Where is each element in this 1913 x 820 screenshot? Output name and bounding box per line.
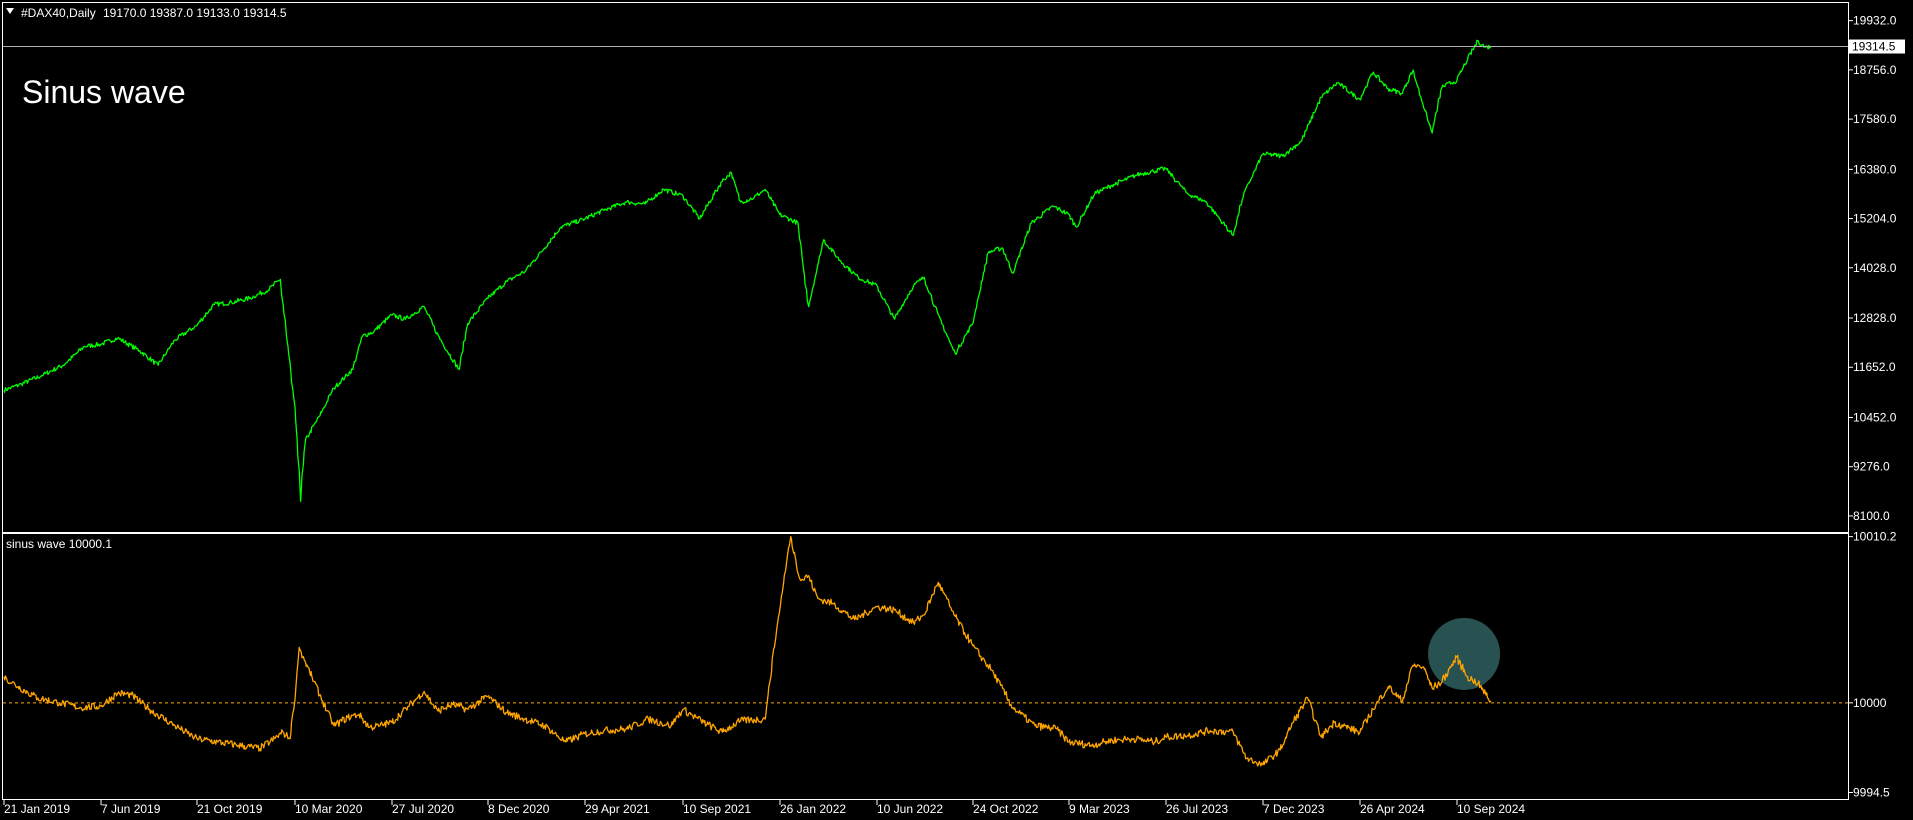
highlight-circle [1428, 617, 1501, 690]
time-tick-label: 26 Apr 2024 [1360, 802, 1425, 816]
current-price-label: 19314.5 [1852, 40, 1896, 54]
symbol-label: #DAX40,Daily [21, 6, 96, 20]
time-tick-label: 10 Mar 2020 [295, 802, 363, 816]
trading-chart[interactable]: #DAX40,Daily 19170.0 19387.0 19133.0 193… [0, 0, 1913, 820]
indicator-label: sinus wave 10000.1 [6, 537, 112, 551]
ohlc-label: 19170.0 19387.0 19133.0 19314.5 [103, 6, 287, 20]
time-tick-label: 10 Jun 2022 [877, 802, 943, 816]
indicator-tick-label: 10010.2 [1853, 530, 1897, 544]
indicator-tick-label: 9994.5 [1853, 785, 1890, 799]
time-tick-label: 10 Sep 2024 [1457, 802, 1525, 816]
price-tick-label: 9276.0 [1853, 460, 1890, 474]
price-tick-label: 17580.0 [1853, 112, 1897, 126]
price-tick-label: 12828.0 [1853, 311, 1897, 325]
time-tick-label: 7 Dec 2023 [1263, 802, 1325, 816]
time-tick-label: 27 Jul 2020 [392, 802, 454, 816]
time-tick-label: 24 Oct 2022 [973, 802, 1039, 816]
time-tick-label: 29 Apr 2021 [585, 802, 650, 816]
time-tick-label: 9 Mar 2023 [1069, 802, 1130, 816]
chart-background [0, 0, 1913, 820]
time-tick-label: 7 Jun 2019 [101, 802, 161, 816]
chart-annotation: Sinus wave [22, 74, 186, 110]
time-tick-label: 21 Oct 2019 [197, 802, 263, 816]
time-tick-label: 8 Dec 2020 [488, 802, 550, 816]
time-tick-label: 21 Jan 2019 [4, 802, 70, 816]
price-tick-label: 14028.0 [1853, 261, 1897, 275]
price-tick-label: 8100.0 [1853, 509, 1890, 523]
time-tick-label: 26 Jan 2022 [780, 802, 846, 816]
time-tick-label: 26 Jul 2023 [1166, 802, 1228, 816]
price-tick-label: 19932.0 [1853, 14, 1897, 28]
price-tick-label: 11652.0 [1853, 360, 1896, 374]
price-tick-label: 16380.0 [1853, 162, 1897, 176]
price-tick-label: 18756.0 [1853, 63, 1897, 77]
price-tick-label: 10452.0 [1853, 410, 1897, 424]
price-tick-label: 15204.0 [1853, 212, 1897, 226]
indicator-tick-label: 10000 [1853, 696, 1887, 710]
time-tick-label: 10 Sep 2021 [683, 802, 751, 816]
